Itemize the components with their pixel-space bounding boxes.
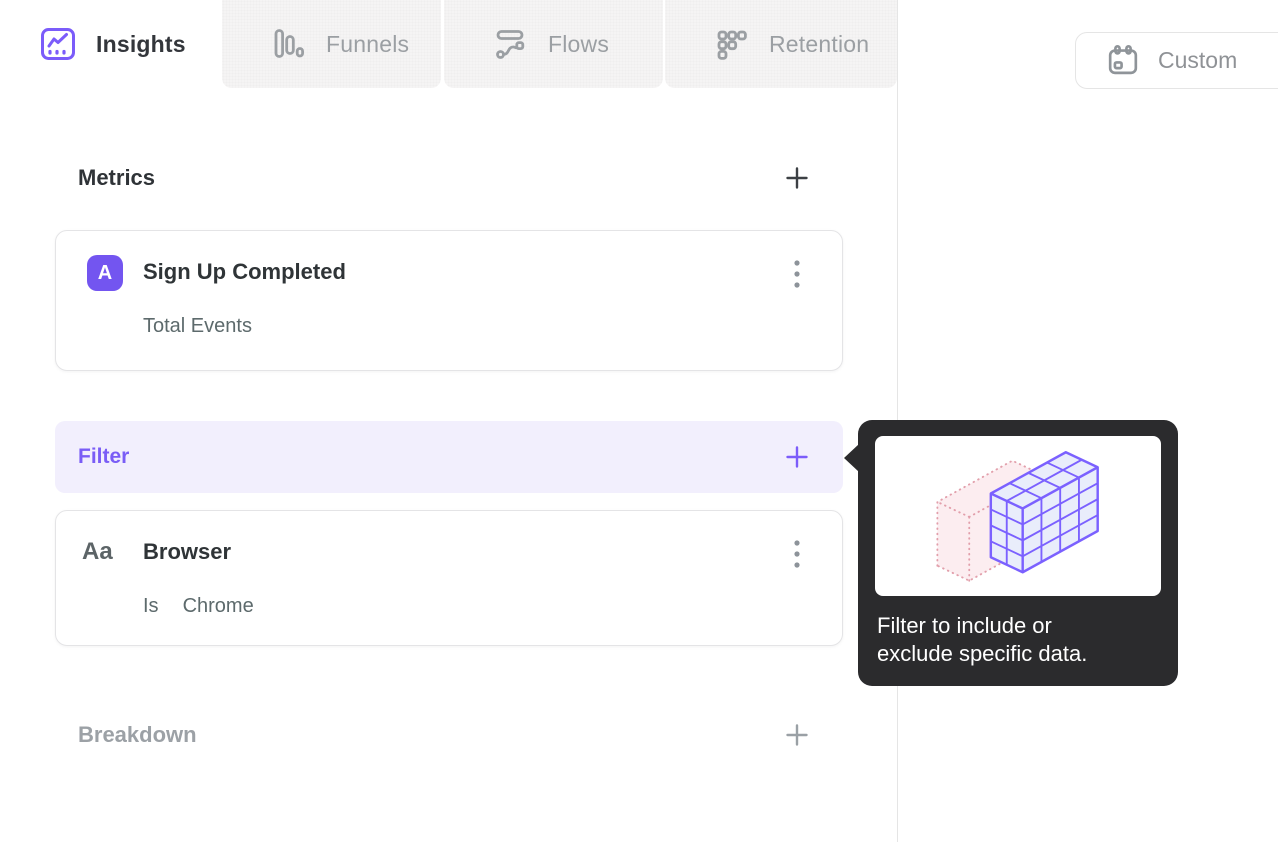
tooltip-text-line1: Filter to include or — [877, 613, 1052, 638]
dots-grid-icon — [711, 24, 751, 64]
filter-section-title: Filter — [78, 445, 130, 468]
tooltip-text-line2: exclude specific data. — [877, 641, 1088, 666]
kebab-icon[interactable] — [784, 537, 810, 571]
line-chart-icon — [38, 24, 78, 64]
date-range-custom-button[interactable]: Custom — [1075, 32, 1278, 89]
metric-card-sign-up-completed[interactable]: A Sign Up Completed Total Events — [55, 230, 843, 371]
calendar-icon — [1104, 42, 1142, 80]
tab-funnels[interactable]: Funnels — [222, 0, 441, 88]
metric-event-name: Sign Up Completed — [143, 259, 346, 284]
add-metric-plus-icon[interactable] — [784, 165, 810, 191]
filter-section-header[interactable]: Filter — [55, 421, 843, 493]
isometric-cube-filter-illustration — [875, 436, 1161, 596]
breakdown-section-title: Breakdown — [78, 722, 197, 747]
filter-property-name: Browser — [143, 539, 232, 564]
kebab-icon[interactable] — [784, 257, 810, 291]
metric-series-badge: A — [87, 255, 123, 291]
filter-feature-tooltip: Filter to include or exclude specific da… — [844, 420, 1178, 686]
tooltip-arrow — [844, 444, 859, 472]
tab-retention-label: Retention — [769, 30, 870, 57]
tab-insights-label: Insights — [96, 30, 186, 57]
add-filter-plus-icon[interactable] — [784, 444, 810, 470]
filter-condition[interactable]: Is Chrome — [143, 595, 254, 618]
metrics-section-header: Metrics — [55, 161, 843, 195]
tooltip-text: Filter to include or exclude specific da… — [877, 612, 1159, 668]
tab-flows-label: Flows — [548, 30, 610, 57]
metrics-section-title: Metrics — [78, 165, 156, 190]
flow-icon — [490, 24, 530, 64]
bar-chart-icon — [268, 24, 308, 64]
filter-card-browser[interactable]: Aa Browser Is Chrome — [55, 510, 843, 646]
filter-value[interactable]: Chrome — [183, 595, 254, 617]
tab-retention[interactable]: Retention — [665, 0, 897, 88]
string-property-icon: Aa — [82, 538, 113, 565]
add-breakdown-plus-icon[interactable] — [784, 722, 810, 748]
date-range-custom-label: Custom — [1158, 47, 1238, 73]
metric-aggregation[interactable]: Total Events — [143, 315, 252, 338]
filter-operator[interactable]: Is — [143, 595, 159, 617]
tab-funnels-label: Funnels — [326, 30, 410, 57]
breakdown-section-header: Breakdown — [55, 718, 843, 752]
insights-report-builder: Insights Funnels Flows Retention Custom … — [0, 0, 1278, 842]
tab-insights[interactable]: Insights — [0, 0, 220, 88]
tab-flows[interactable]: Flows — [444, 0, 663, 88]
